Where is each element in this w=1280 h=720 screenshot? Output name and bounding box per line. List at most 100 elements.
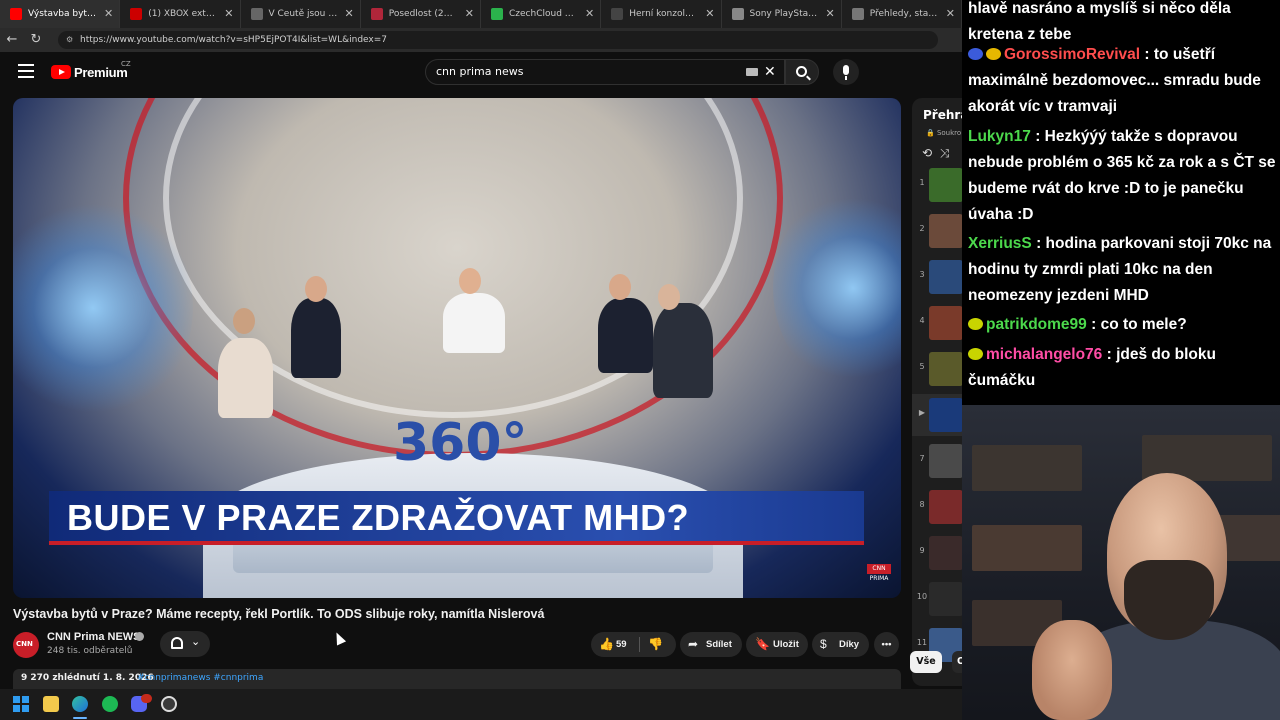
video-player[interactable]: 360° BUDE V PRAZE ZDRAŽOVAT MHD? CNN PRI…	[13, 98, 901, 598]
playlist-item-index: 10	[916, 592, 928, 601]
close-tab-icon[interactable]: ✕	[826, 0, 835, 28]
playlist-thumbnail	[929, 444, 962, 478]
playlist-item-index: 2	[919, 224, 925, 233]
thanks-button[interactable]: $ Díky	[812, 632, 869, 657]
menu-icon[interactable]	[18, 64, 34, 78]
playlist-item-index: 5	[919, 362, 925, 371]
close-tab-icon[interactable]: ✕	[705, 0, 714, 28]
save-label: Uložit	[773, 639, 799, 650]
browser-tab[interactable]: Herní konzole Xbox Ser✕	[601, 0, 722, 28]
browser-tab[interactable]: V Ceutě jsou stále tisíce✕	[241, 0, 361, 28]
like-dislike-group: 👍 59 👎	[591, 632, 676, 657]
chevron-down-icon: ⌄	[191, 635, 201, 648]
youtube-header: Premium CZ cnn prima news ✕	[0, 52, 962, 92]
chat-text: kretena z tebe	[968, 26, 1072, 43]
browser-tab[interactable]: Posedlost (2025) | ČSFD✕	[361, 0, 481, 28]
chat-username: patrikdome99	[986, 316, 1087, 333]
chat-message: hlavě nasráno a myslíš si něco děla	[968, 0, 1280, 22]
chat-message: GorossimoRevival : to ušetří maximálně b…	[968, 46, 1261, 115]
playlist-title[interactable]: Přehrá	[923, 108, 962, 122]
chat-text: co to mele?	[1100, 316, 1187, 333]
spotify-icon[interactable]	[102, 696, 118, 712]
tab-favicon-icon	[130, 8, 143, 20]
playlist-item-index: ▶	[918, 408, 926, 417]
edge-browser-icon[interactable]	[72, 696, 88, 712]
site-info-icon[interactable]: ⚙	[66, 31, 73, 49]
playlist-item[interactable]: 1	[912, 164, 962, 206]
chat-text: hlavě nasráno a myslíš si něco děla	[968, 0, 1231, 17]
browser-tab[interactable]: CzechCloud Stream - W✕	[481, 0, 602, 28]
playlist-item[interactable]: 10	[912, 578, 962, 620]
channel-name[interactable]: CNN Prima NEWS	[47, 631, 141, 643]
shuffle-icon[interactable]: ⤨	[940, 146, 950, 160]
playlist-item[interactable]: 8	[912, 486, 962, 528]
close-tab-icon[interactable]: ✕	[946, 0, 955, 28]
playlist-thumbnail	[929, 490, 962, 524]
panelist-3	[598, 298, 653, 373]
subscription-bell-button[interactable]: ⌄	[160, 631, 210, 657]
url-text: https://www.youtube.com/watch?v=sHP5EjPO…	[80, 35, 387, 45]
address-bar: ← ↻ ⚙ https://www.youtube.com/watch?v=sH…	[0, 28, 962, 52]
headline-text: BUDE V PRAZE ZDRAŽOVAT MHD?	[67, 497, 690, 538]
discord-notification-badge	[141, 694, 152, 703]
close-tab-icon[interactable]: ✕	[345, 0, 354, 28]
playlist-item-index: 3	[919, 270, 925, 279]
streamer-beard	[1124, 560, 1214, 640]
close-tab-icon[interactable]: ✕	[104, 0, 113, 28]
search-button[interactable]	[785, 59, 819, 85]
playlist-item[interactable]: 7	[912, 440, 962, 482]
browser-tab[interactable]: (1) XBOX extrémně zdra✕	[120, 0, 241, 28]
close-tab-icon[interactable]: ✕	[465, 0, 474, 28]
chip-all[interactable]: Vše	[910, 651, 942, 673]
thumbs-down-icon[interactable]: 👎	[648, 632, 663, 657]
hashtags[interactable]: #cnnprimanews #cnnprima	[137, 673, 263, 683]
browser-tab[interactable]: Výstavba bytů v Pra ✕	[0, 0, 121, 28]
playlist-item[interactable]: 2	[912, 210, 962, 252]
file-explorer-icon[interactable]	[43, 696, 59, 712]
playlist-thumbnail	[929, 168, 962, 202]
clear-search-icon[interactable]: ✕	[764, 60, 776, 84]
panelist-1	[218, 338, 273, 418]
browser-tab[interactable]: Přehledy, statisti ✕	[842, 0, 962, 28]
more-actions-icon[interactable]: •••	[874, 632, 899, 657]
thumbs-up-icon[interactable]: 👍	[599, 632, 614, 657]
chat-message: Lukyn17 : Hezkýýý takže s dopravou nebud…	[968, 128, 1276, 223]
logo-text: Premium	[74, 64, 128, 80]
playlist-item[interactable]: 3	[912, 256, 962, 298]
active-app-indicator	[73, 717, 87, 719]
subscriber-count: 248 tis. odběratelů	[47, 646, 133, 656]
windows-start-icon[interactable]	[13, 696, 29, 712]
close-tab-icon[interactable]: ✕	[224, 0, 233, 28]
chat-username: GorossimoRevival	[1004, 46, 1141, 63]
chat-message: XerriusS : hodina parkovani stoji 70kc n…	[968, 235, 1272, 304]
channel-avatar[interactable]	[13, 632, 39, 658]
playlist-thumbnail	[929, 536, 962, 570]
playlist-item[interactable]: 4	[912, 302, 962, 344]
url-field[interactable]: ⚙ https://www.youtube.com/watch?v=sHP5Ej…	[58, 31, 938, 49]
share-button[interactable]: ➦ Sdílet	[680, 632, 742, 657]
moderator	[443, 293, 505, 353]
keyboard-icon[interactable]	[746, 68, 758, 76]
reload-icon[interactable]: ↻	[24, 28, 48, 52]
like-count[interactable]: 59	[616, 632, 627, 657]
close-tab-icon[interactable]: ✕	[585, 0, 594, 28]
browser-tab[interactable]: Sony PlayStation 4 Slim✕	[722, 0, 842, 28]
like-divider	[639, 637, 640, 652]
playlist-item[interactable]: 5	[912, 348, 962, 390]
chat-username: XerriusS	[968, 235, 1032, 252]
loop-icon[interactable]: ⟲	[922, 146, 932, 160]
save-button[interactable]: 🔖 Uložit	[746, 632, 808, 657]
playlist-item-index: 11	[916, 638, 928, 647]
back-icon[interactable]: ←	[0, 28, 24, 52]
video-title: Výstavba bytů v Praze? Máme recepty, řek…	[13, 607, 545, 621]
tab-favicon-icon	[10, 8, 22, 20]
playlist-item[interactable]: 9	[912, 532, 962, 574]
youtube-premium-logo[interactable]: Premium CZ	[51, 60, 131, 80]
tab-favicon-icon	[370, 8, 383, 20]
playlist-item[interactable]: ▶	[912, 394, 962, 436]
search-input[interactable]: cnn prima news ✕	[425, 59, 785, 85]
settings-gear-icon[interactable]	[161, 696, 177, 712]
moderator-head	[459, 268, 481, 294]
voice-search-icon[interactable]	[833, 59, 859, 85]
description-box[interactable]: 9 270 zhlédnutí 1. 8. 2026 #cnnprimanews…	[13, 669, 901, 689]
